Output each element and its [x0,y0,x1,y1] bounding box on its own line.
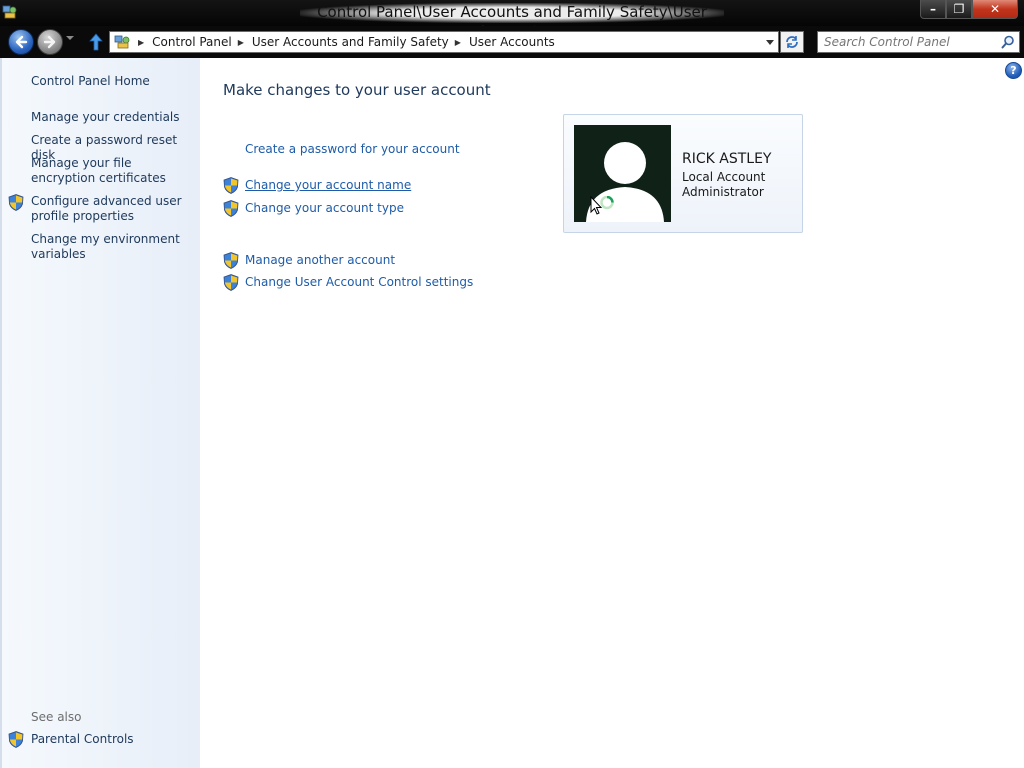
refresh-button[interactable] [780,31,804,53]
manage-another-account-link[interactable]: Manage another account [245,253,395,267]
up-button[interactable] [86,32,106,52]
close-button[interactable]: ✕ [972,0,1018,19]
change-account-type-link[interactable]: Change your account type [245,201,404,215]
refresh-icon [786,36,798,48]
recent-pages-dropdown-icon[interactable] [66,36,74,40]
uac-shield-icon [8,731,24,748]
title-bar[interactable]: Control Panel\User Accounts and Family S… [0,0,1024,40]
change-uac-settings-link[interactable]: Change User Account Control settings [245,275,473,289]
search-icon[interactable] [1001,35,1015,49]
chevron-right-icon[interactable]: ▶ [455,38,461,47]
account-role: Administrator [682,185,764,199]
arrow-left-icon [15,35,28,49]
address-dropdown-icon[interactable] [766,40,774,45]
window-controls: – ❐ ✕ [920,0,1018,19]
breadcrumb-user-accounts-family-safety[interactable]: User Accounts and Family Safety [252,35,449,49]
account-name: RICK ASTLEY [682,151,772,167]
breadcrumb-control-panel[interactable]: Control Panel [152,35,232,49]
see-also-heading: See also [31,710,82,724]
control-panel-icon [2,5,17,19]
control-panel-home-link[interactable]: Control Panel Home [31,74,196,89]
page-title: Make changes to your user account [223,81,491,99]
parental-controls-link[interactable]: Parental Controls [31,732,196,747]
uac-shield-icon [223,200,239,217]
arrow-right-icon [43,35,56,49]
close-icon: ✕ [989,2,1001,16]
account-card: RICK ASTLEY Local Account Administrator [563,114,803,233]
uac-shield-icon [223,177,239,194]
account-type: Local Account [682,170,766,184]
user-silhouette-icon [586,142,664,222]
chevron-right-icon[interactable]: ▶ [238,38,244,47]
change-environment-variables-link[interactable]: Change my environment variables [31,232,196,262]
control-panel-icon [114,35,130,49]
help-icon[interactable]: ? [1005,62,1022,79]
navigation-bar: ▶ Control Panel ▶ User Accounts and Fami… [0,26,1024,58]
main-pane: ? Make changes to your user account Crea… [200,58,1024,768]
breadcrumb-user-accounts[interactable]: User Accounts [469,35,555,49]
uac-shield-icon [8,194,24,211]
uac-shield-icon [223,252,239,269]
left-pane: Control Panel Home Manage your credentia… [0,58,200,768]
restore-button[interactable]: ❐ [946,0,972,19]
minimize-button[interactable]: – [920,0,946,19]
forward-button[interactable] [37,29,63,55]
address-bar[interactable]: ▶ Control Panel ▶ User Accounts and Fami… [109,31,779,53]
chevron-right-icon[interactable]: ▶ [138,38,144,47]
arrow-up-icon [89,33,103,51]
uac-shield-icon [223,274,239,291]
manage-file-encryption-link[interactable]: Manage your file encryption certificates [31,156,196,186]
search-box[interactable] [817,31,1020,53]
change-account-name-link[interactable]: Change your account name [245,178,411,192]
restore-icon: ❐ [953,2,965,16]
minimize-icon: – [930,2,936,16]
configure-profile-properties-link[interactable]: Configure advanced user profile properti… [31,194,196,224]
window-title: Control Panel\User Accounts and Family S… [300,3,724,40]
manage-credentials-link[interactable]: Manage your credentials [31,110,196,125]
back-button[interactable] [8,29,34,55]
create-password-link[interactable]: Create a password for your account [245,142,460,156]
search-input[interactable] [824,32,999,52]
user-avatar [574,125,671,222]
